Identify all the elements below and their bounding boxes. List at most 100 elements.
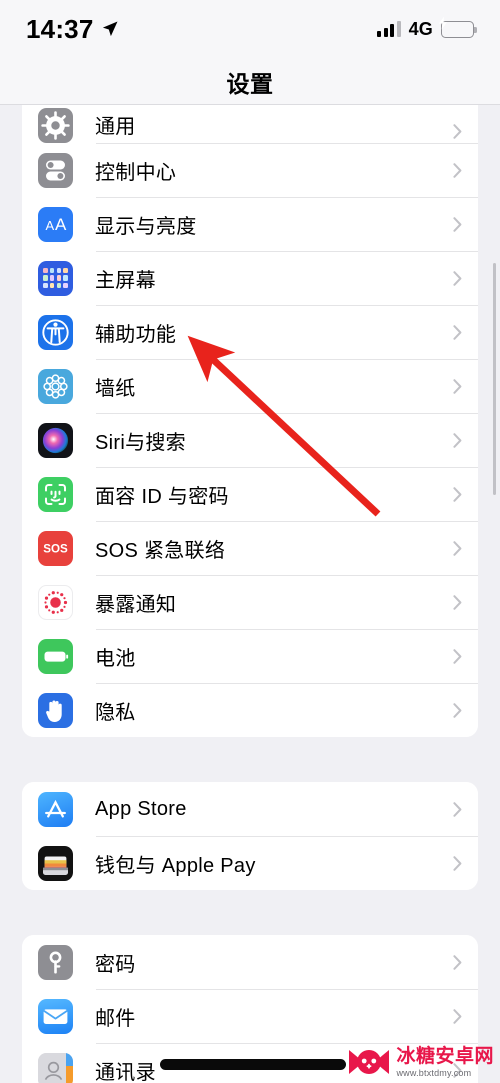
chevron-right-icon [453,378,462,394]
app-grid-icon [43,267,68,289]
settings-row-label: 邮件 [95,1007,136,1030]
battery-charging-icon [439,16,477,38]
system-group: 通用控制中心 A A 显示与亮度主屏幕辅助功能墙纸 Siri与搜索面容 ID 与密码 SO… [22,105,478,737]
app-grid-icon [38,260,73,296]
settings-row-label: 面容 ID 与密码 [95,485,229,508]
settings-row-辅助功能[interactable]: 辅助功能 [22,305,478,359]
chevron-right-icon [453,324,462,340]
siri-orb-icon [42,427,69,453]
settings-row-控制中心[interactable]: 控制中心 [22,143,478,197]
chevron-right-icon [453,954,462,970]
watermark-text: 冰糖安卓网 www.btxtdmy.com [396,1047,494,1078]
wallet-icon [38,845,73,881]
privacy-hand-icon [46,700,62,722]
text-size-aa-icon: AA [38,206,73,242]
settings-row-label: 通用 [95,116,136,138]
group-gap [0,890,500,935]
settings-row-label: SOS 紧急联络 [95,539,226,562]
cellular-bars-icon [377,21,401,37]
chevron-right-icon [453,648,462,664]
face-id-icon [38,476,73,512]
chevron-right-icon [453,124,462,139]
lightning-bolt-icon [439,16,448,30]
candy-gamepad-logo-icon [349,1050,390,1074]
control-toggles-icon [46,160,65,180]
chevron-right-icon [453,324,462,340]
chevron-right-icon [453,486,462,502]
chevron-right-icon [453,162,462,178]
settings-row-主屏幕[interactable]: 主屏幕 [22,251,478,305]
settings-row-label: 主屏幕 [95,269,156,292]
redaction-bar [160,1059,346,1070]
chevron-right-icon [453,1008,462,1024]
svg-text:A: A [46,218,55,233]
network-type-label: 4G [408,18,433,39]
mail-icon [38,998,73,1034]
contacts-icon [38,1052,73,1083]
settings-row-Siri与搜索[interactable]: Siri与搜索 [22,413,478,467]
chevron-right-icon [453,216,462,232]
mail-icon [43,1008,68,1024]
settings-row-邮件[interactable]: 邮件 [22,989,478,1043]
accessibility-icon [42,318,69,346]
wallpaper-flower-icon [43,373,68,399]
chevron-right-icon [453,855,462,871]
watermark-url: www.btxtdmy.com [396,1067,472,1078]
wallpaper-flower-icon [38,368,73,404]
app-store-icon [45,799,66,818]
wallet-icon [43,856,68,875]
chevron-right-icon [453,216,462,232]
face-id-icon [45,483,66,505]
chevron-right-icon [453,270,462,286]
status-bar-left: 14:37 [26,14,119,45]
settings-row-电池[interactable]: 电池 [22,629,478,683]
sos-icon: SOS [38,530,73,566]
settings-row-隐私[interactable]: 隐私 [22,683,478,737]
chevron-right-icon [453,378,462,394]
accessibility-icon [38,314,73,350]
settings-row-SOS 紧急联络[interactable]: SOS SOS 紧急联络 [22,521,478,575]
settings-row-暴露通知[interactable]: 暴露通知 [22,575,478,629]
settings-row-墙纸[interactable]: 墙纸 [22,359,478,413]
settings-row-label: 电池 [95,647,136,670]
siri-orb-icon [38,422,73,458]
gear-icon [38,108,73,143]
contacts-icon [38,1052,73,1083]
settings-row-label: 控制中心 [95,161,177,184]
chevron-right-icon [453,648,462,664]
chevron-right-icon [453,702,462,718]
settings-row-label: 墙纸 [95,377,136,400]
location-arrow-icon [102,21,117,37]
settings-row-label: App Store [95,797,187,820]
battery-icon [44,651,69,662]
chevron-right-icon [453,855,462,871]
settings-row-label: 密码 [95,953,136,976]
chevron-right-icon [453,801,462,817]
battery-icon [38,638,73,674]
chevron-right-icon [453,1008,462,1024]
settings-row-显示与亮度[interactable]: A A 显示与亮度 [22,197,478,251]
iphone-settings-screen: 14:37 4G 设置 通用控制中心 A A 显示与亮度主屏幕辅助功能墙纸 Siri与搜… [0,0,500,1083]
settings-row-面容 ID 与密码[interactable]: 面容 ID 与密码 [22,467,478,521]
chevron-right-icon [453,594,462,610]
settings-row-钱包与 Apple Pay[interactable]: 钱包与 Apple Pay [22,836,478,890]
chevron-right-icon [453,432,462,448]
settings-scroll-view[interactable]: 通用控制中心 A A 显示与亮度主屏幕辅助功能墙纸 Siri与搜索面容 ID 与密码 SO… [0,105,500,1083]
status-bar: 14:37 4G [0,0,500,58]
chevron-right-icon [453,162,462,178]
settings-row-密码[interactable]: 密码 [22,935,478,989]
svg-text:SOS: SOS [43,542,68,555]
key-icon [49,950,62,973]
chevron-right-icon [453,540,462,556]
text-size-aa-icon: AA [46,215,68,234]
chevron-right-icon [453,540,462,556]
settings-row-通用[interactable]: 通用 [22,105,478,143]
settings-row-App Store[interactable]: App Store [22,782,478,836]
key-icon [38,944,73,980]
settings-row-label: 显示与亮度 [95,215,197,238]
chevron-right-icon [453,124,462,139]
navigation-bar: 设置 [0,58,500,105]
scrollbar-indicator[interactable] [493,263,496,495]
page-title: 设置 [226,70,274,97]
settings-row-label: 隐私 [95,701,136,724]
